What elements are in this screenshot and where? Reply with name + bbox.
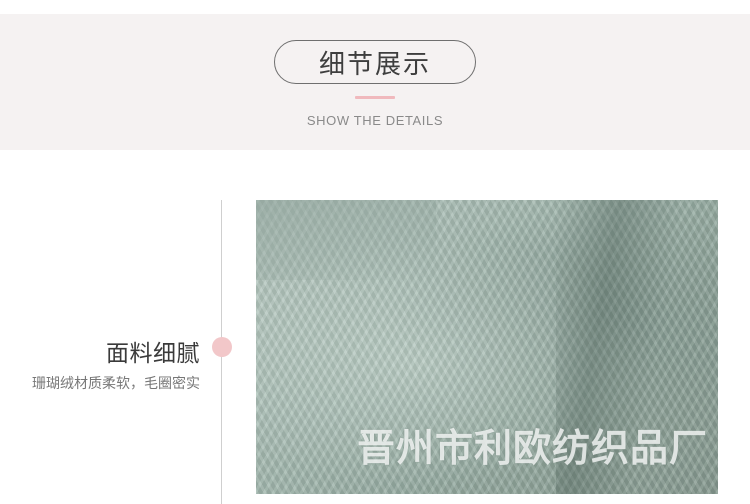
top-strip — [0, 0, 750, 14]
feature-title: 面料细腻 — [106, 341, 200, 367]
section-title-pill: 细节展示 — [274, 40, 476, 84]
section-subtitle: SHOW THE DETAILS — [306, 113, 444, 128]
fabric-detail-image: 晋州市利欧纺织品厂 — [256, 200, 718, 494]
timeline-dot — [212, 337, 232, 357]
watermark-text: 晋州市利欧纺织品厂 — [356, 425, 708, 470]
feature-description: 珊瑚绒材质柔软，毛圈密实 — [32, 376, 200, 392]
section-title: 细节展示 — [318, 49, 431, 80]
title-underline-divider — [355, 96, 395, 99]
fabric-fold — [256, 200, 436, 280]
